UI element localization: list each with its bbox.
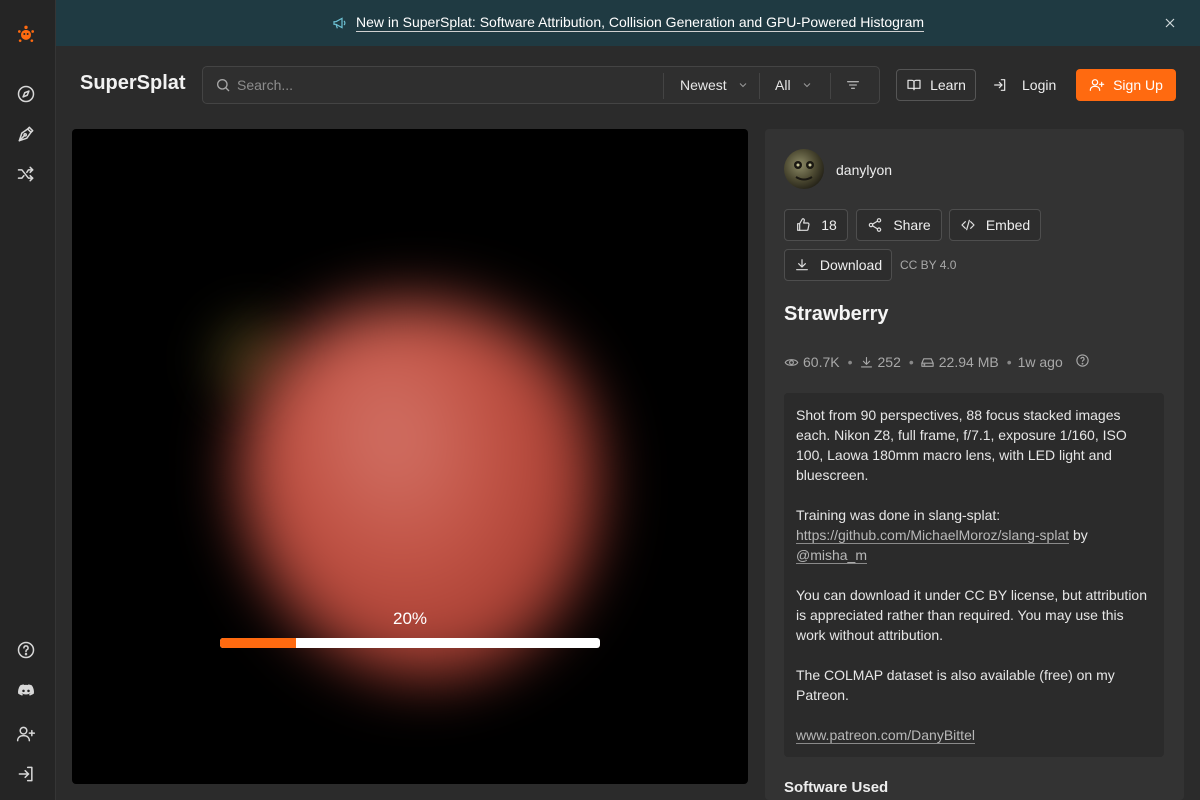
eye-icon: [784, 358, 799, 366]
chevron-down-icon: [739, 83, 747, 88]
loading-progress-text: 20%: [392, 609, 428, 628]
thumbs-up-icon: [797, 218, 810, 231]
filter-icon[interactable]: [845, 77, 863, 95]
avatar[interactable]: [784, 149, 824, 189]
sort-dropdown[interactable]: Newest: [680, 67, 749, 103]
views-count: 60.7K: [803, 354, 840, 370]
description-text: by: [1069, 527, 1088, 543]
description-paragraph: Shot from 90 perspectives, 88 focus stac…: [796, 407, 1127, 483]
license-label[interactable]: CC BY 4.0: [900, 258, 956, 272]
sign-up-button-label: Sign Up: [1113, 77, 1163, 93]
divider: [830, 73, 831, 99]
description-box: Shot from 90 perspectives, 88 focus stac…: [784, 393, 1164, 757]
size-stat: 22.94 MB: [920, 354, 999, 370]
user-mention-link[interactable]: @misha_m: [796, 547, 868, 564]
splat-title: Strawberry: [784, 303, 889, 325]
description-paragraph: The COLMAP dataset is also available (fr…: [796, 667, 1115, 703]
left-rail: [0, 0, 56, 800]
download-icon: [795, 259, 808, 271]
divider: [759, 73, 760, 99]
learn-button[interactable]: Learn: [896, 69, 976, 101]
details-panel: danylyon 18 Share Embed Download CC BY 4…: [765, 129, 1184, 800]
share-icon: [869, 218, 882, 232]
upload-age: 1w ago: [1017, 354, 1063, 370]
help-circle-icon[interactable]: [14, 638, 38, 662]
category-dropdown-value: All: [775, 77, 791, 93]
description-text: Training was done in slang-splat:: [796, 507, 1001, 523]
book-icon: [907, 79, 921, 91]
chevron-down-icon: [803, 83, 810, 88]
age-stat: 1w ago: [1018, 354, 1063, 370]
hard-drive-icon: [921, 357, 934, 367]
login-button-label: Login: [1022, 77, 1057, 93]
download-icon: [860, 356, 872, 367]
login-button[interactable]: Login: [992, 69, 1064, 101]
code-icon: [961, 219, 975, 231]
loading-progress-bar: [220, 638, 600, 648]
login-icon[interactable]: [14, 762, 38, 786]
embed-button-label: Embed: [985, 217, 1031, 233]
pen-nib-icon[interactable]: [14, 122, 38, 146]
share-button[interactable]: Share: [856, 209, 942, 241]
software-used-heading: Software Used: [784, 779, 889, 796]
banner-link[interactable]: New in SuperSplat: Software Attribution,…: [355, 14, 925, 32]
search-bar: Newest All: [202, 66, 880, 104]
embed-button[interactable]: Embed: [949, 209, 1041, 241]
views-stat: 60.7K: [784, 354, 840, 370]
category-dropdown[interactable]: All: [775, 67, 813, 103]
megaphone-icon: [332, 15, 348, 31]
separator-dot: •: [908, 354, 914, 370]
announcement-banner: New in SuperSplat: Software Attribution,…: [56, 0, 1200, 46]
brand-logo-text[interactable]: SuperSplat: [80, 72, 186, 95]
search-input[interactable]: [237, 67, 657, 103]
stats-row: 60.7K • 252 • 22.94 MB • 1w ago: [784, 353, 1090, 371]
description-paragraph: www.patreon.com/DanyBittel: [796, 725, 1152, 745]
downloads-stat: 252: [859, 354, 901, 370]
shuffle-icon[interactable]: [14, 162, 38, 186]
patreon-link[interactable]: www.patreon.com/DanyBittel: [796, 727, 975, 744]
download-button-label: Download: [819, 257, 883, 273]
like-button[interactable]: 18: [784, 209, 848, 241]
divider: [663, 73, 664, 99]
user-plus-icon[interactable]: [14, 722, 38, 746]
compass-icon[interactable]: [14, 82, 38, 106]
search-icon: [215, 77, 233, 95]
author-name[interactable]: danylyon: [836, 162, 892, 178]
learn-button-label: Learn: [930, 77, 966, 93]
login-icon: [994, 79, 1006, 91]
splat-viewer[interactable]: 20%: [72, 129, 748, 784]
help-circle-icon[interactable]: [1063, 353, 1090, 371]
share-button-label: Share: [893, 217, 931, 233]
close-icon[interactable]: [1162, 15, 1178, 31]
downloads-count: 252: [877, 354, 901, 370]
github-link[interactable]: https://github.com/MichaelMoroz/slang-sp…: [796, 527, 1070, 544]
supersplat-logo-icon[interactable]: [14, 22, 38, 46]
download-button[interactable]: Download: [784, 249, 892, 281]
sign-up-button[interactable]: Sign Up: [1076, 69, 1176, 101]
user-plus-icon: [1089, 79, 1105, 91]
description-paragraph: You can download it under CC BY license,…: [796, 587, 1148, 643]
separator-dot: •: [1006, 354, 1012, 370]
loading-progress-fill: [220, 638, 296, 648]
separator-dot: •: [847, 354, 853, 370]
description-paragraph: Training was done in slang-splat: https:…: [796, 505, 1152, 565]
like-count: 18: [821, 217, 837, 233]
discord-icon[interactable]: [14, 678, 38, 702]
file-size: 22.94 MB: [938, 354, 999, 370]
sort-dropdown-value: Newest: [680, 77, 727, 93]
